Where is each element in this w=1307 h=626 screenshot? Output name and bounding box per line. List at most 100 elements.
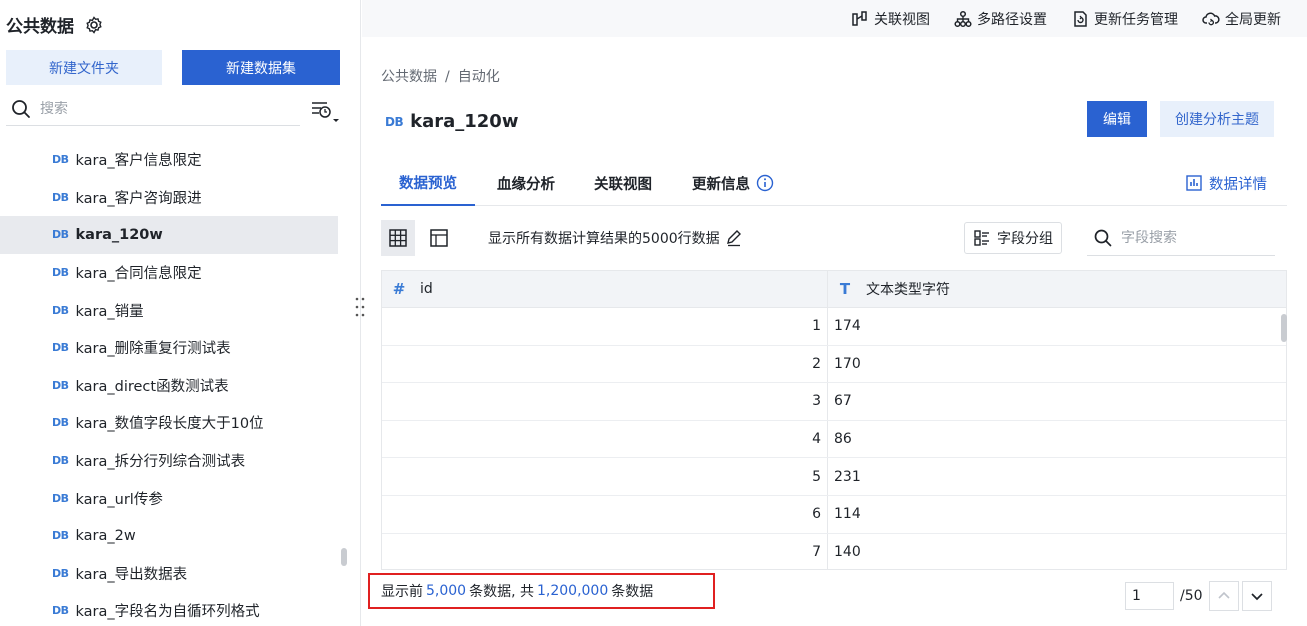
layout-icon	[430, 229, 448, 247]
gear-icon[interactable]	[84, 15, 104, 35]
tree-item-label: kara_删除重复行测试表	[75, 341, 231, 358]
breadcrumb-current[interactable]: 自动化	[458, 69, 500, 85]
cell-id[interactable]: 5	[382, 458, 828, 495]
tree-item-label: kara_导出数据表	[75, 566, 188, 583]
search-input[interactable]	[40, 100, 280, 117]
chevron-down-icon	[1251, 593, 1263, 601]
tab-related-view[interactable]: 关联视图	[594, 160, 652, 206]
tree-item-label: kara_合同信息限定	[75, 266, 202, 283]
db-icon: DB	[52, 303, 69, 317]
table-row: 6 114	[382, 495, 1286, 534]
tree-item[interactable]: DB kara_拆分行列综合测试表	[0, 442, 338, 480]
dataset-name: kara_120w	[410, 111, 519, 132]
related-view-link[interactable]: 关联视图	[851, 9, 930, 29]
sidebar: 公共数据 新建文件夹 新建数据集 DB kara_客户信息限定 DB kara_客户咨…	[0, 0, 361, 626]
next-page-button[interactable]	[1242, 581, 1272, 611]
cell-text[interactable]: 86	[828, 421, 1286, 458]
column-header-id[interactable]: # id	[382, 271, 828, 307]
field-search-input[interactable]	[1121, 229, 1271, 246]
task-refresh-icon	[1074, 10, 1087, 27]
total-count: 1,200,000	[537, 583, 609, 599]
data-details-link[interactable]: 数据详情	[1185, 160, 1267, 206]
cloud-refresh-icon	[1202, 11, 1220, 25]
tree-item-label: kara_120w	[75, 226, 163, 243]
create-topic-button[interactable]: 创建分析主题	[1160, 101, 1274, 137]
tree-item[interactable]: DB kara_导出数据表	[0, 555, 338, 593]
cell-text[interactable]: 140	[828, 534, 1286, 569]
row-count-middle: 条数据, 共	[469, 584, 534, 600]
cell-id[interactable]: 1	[382, 308, 828, 345]
tree-item-label: kara_销量	[75, 303, 144, 320]
breadcrumb-root[interactable]: 公共数据	[381, 69, 437, 85]
tree-item[interactable]: DB kara_数值字段长度大于10位	[0, 404, 338, 442]
new-folder-button[interactable]: 新建文件夹	[6, 50, 162, 85]
db-icon: DB	[52, 190, 69, 204]
page-number-input[interactable]	[1125, 582, 1174, 610]
tree-item[interactable]: DB kara_120w	[0, 216, 338, 254]
breadcrumb: 公共数据 / 自动化	[381, 66, 500, 86]
new-dataset-button[interactable]: 新建数据集	[182, 50, 340, 85]
cell-id[interactable]: 6	[382, 495, 828, 533]
breadcrumb-separator: /	[445, 69, 450, 85]
cell-text[interactable]: 174	[828, 308, 1286, 345]
edit-button[interactable]: 编辑	[1087, 101, 1147, 137]
cell-text[interactable]: 170	[828, 346, 1286, 383]
multipath-settings-link[interactable]: 多路径设置	[954, 9, 1047, 29]
tree-item-label: kara_direct函数测试表	[75, 378, 229, 395]
cell-id[interactable]: 4	[382, 420, 828, 458]
db-icon: DB	[52, 416, 69, 430]
tree-item[interactable]: DB kara_删除重复行测试表	[0, 329, 338, 367]
tab-lineage[interactable]: 血缘分析	[497, 160, 555, 206]
text-type-icon: T	[839, 280, 851, 298]
number-type-icon: #	[392, 280, 406, 298]
cell-text[interactable]: 114	[828, 496, 1286, 533]
sidebar-scrollbar[interactable]	[341, 548, 347, 566]
prev-page-button[interactable]	[1209, 581, 1239, 611]
db-icon: DB	[52, 454, 69, 468]
tree-item[interactable]: DB kara_2w	[0, 517, 338, 555]
field-group-button[interactable]: 字段分组	[964, 222, 1062, 254]
dataset-tree: DB kara_客户信息限定 DB kara_客户咨询跟进 DB kara_120w DB k…	[0, 141, 338, 626]
tab-label: 关联视图	[594, 176, 652, 193]
sidebar-search	[6, 92, 300, 126]
table-row: 7 140	[382, 533, 1286, 569]
global-update-link[interactable]: 全局更新	[1202, 9, 1281, 29]
table-scrollbar[interactable]	[1281, 314, 1287, 342]
tree-item[interactable]: DB kara_url传参	[0, 479, 338, 517]
search-icon	[12, 99, 30, 118]
sort-filter-icon[interactable]	[309, 98, 341, 126]
cell-id[interactable]: 2	[382, 345, 828, 383]
cell-id[interactable]: 3	[382, 383, 828, 420]
cell-text[interactable]: 231	[828, 458, 1286, 495]
row-count-prefix: 显示前	[381, 584, 423, 600]
tree-item[interactable]: DB kara_客户咨询跟进	[0, 179, 338, 217]
cell-id[interactable]: 7	[382, 533, 828, 569]
page-total: /50	[1180, 588, 1203, 604]
tab-label: 血缘分析	[497, 176, 555, 193]
grid-view-button[interactable]	[381, 220, 415, 256]
global-update-label: 全局更新	[1225, 11, 1281, 28]
info-icon[interactable]	[756, 174, 774, 192]
resize-handle[interactable]	[353, 296, 367, 318]
column-header-text[interactable]: T 文本类型字符	[828, 271, 1286, 307]
db-icon: DB	[52, 491, 69, 505]
table-row: 5 231	[382, 458, 1286, 496]
related-view-icon	[852, 10, 867, 26]
edit-pencil-icon[interactable]	[725, 229, 743, 247]
tab-data-preview[interactable]: 数据预览	[381, 160, 475, 206]
layout-view-button[interactable]	[422, 220, 456, 256]
tree-item[interactable]: DB kara_合同信息限定	[0, 254, 338, 292]
cell-text[interactable]: 67	[828, 383, 1286, 420]
tree-item[interactable]: DB kara_字段名为自循环列格式	[0, 592, 338, 626]
tree-item[interactable]: DB kara_销量	[0, 291, 338, 329]
tab-update-info[interactable]: 更新信息	[692, 160, 774, 206]
top-toolbar: 关联视图 多路径设置 更新任务管理 全局更新	[362, 0, 1307, 37]
db-icon: DB	[52, 529, 69, 543]
update-tasks-link[interactable]: 更新任务管理	[1071, 9, 1178, 29]
column-name: 文本类型字符	[866, 282, 950, 298]
db-icon: DB	[52, 604, 69, 618]
hierarchy-icon	[954, 10, 972, 27]
tree-item[interactable]: DB kara_客户信息限定	[0, 141, 338, 179]
tree-item[interactable]: DB kara_direct函数测试表	[0, 367, 338, 405]
chevron-up-icon	[1218, 591, 1230, 599]
